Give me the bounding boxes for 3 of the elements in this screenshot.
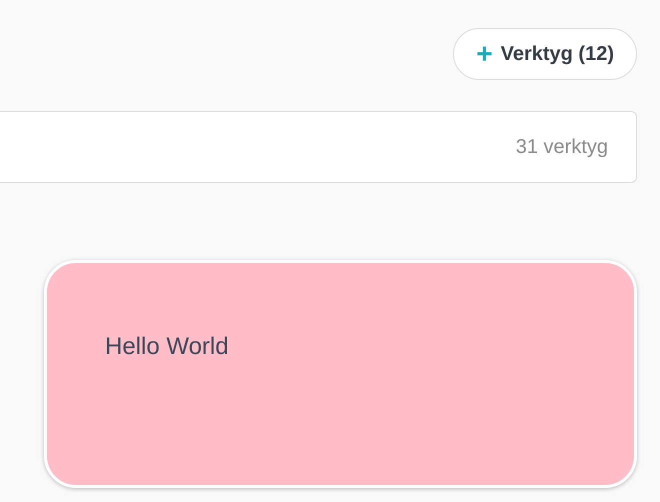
add-tools-button[interactable]: + Verktyg (12) [453,28,637,80]
result-count: 31 verktyg [516,135,608,160]
card-text: Hello World [105,333,229,360]
